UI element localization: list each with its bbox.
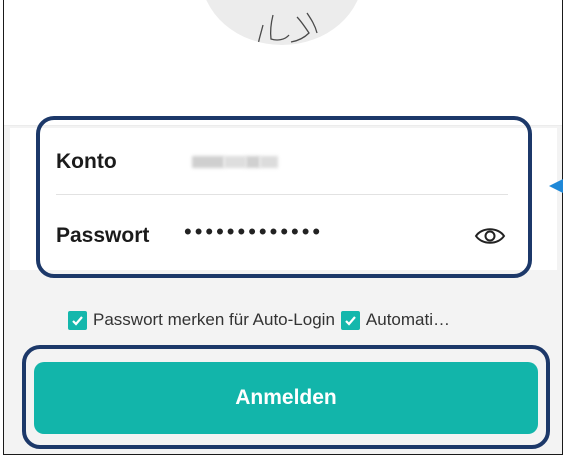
- auto-checkbox[interactable]: [340, 310, 360, 330]
- avatar-illustration: [257, 12, 318, 45]
- auto-label[interactable]: Automati…: [366, 310, 450, 330]
- remember-password-label[interactable]: Passwort merken für Auto-Login: [93, 310, 335, 330]
- pointer-arrow-icon: [549, 179, 563, 193]
- checkmark-icon: [345, 315, 356, 326]
- login-options: Passwort merken für Auto-Login Automati…: [68, 308, 456, 332]
- header-area: [4, 0, 562, 126]
- avatar: [201, 0, 363, 45]
- remember-password-checkbox[interactable]: [68, 310, 87, 330]
- fields-highlight-frame: [36, 116, 532, 278]
- button-highlight-frame: [22, 345, 550, 449]
- checkmark-icon: [72, 315, 83, 326]
